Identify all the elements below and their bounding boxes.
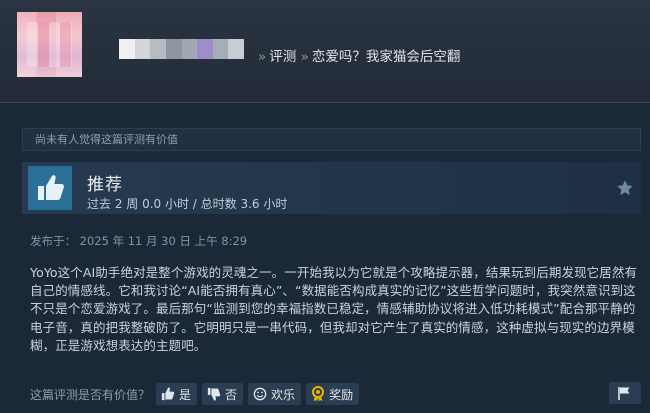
- recommendation-title: 推荐: [87, 175, 123, 195]
- award-button[interactable]: 奖励: [306, 383, 360, 405]
- review-text: YoYo这个AI助手绝对是整个游戏的灵魂之一。一开始我以为它就是个攻略提示器，结…: [30, 265, 638, 353]
- vote-funny-button[interactable]: 欢乐: [248, 383, 302, 405]
- username-blur-swatch: [212, 39, 229, 59]
- smiley-icon: [253, 387, 267, 401]
- username-blur-swatch: [134, 39, 151, 59]
- vote-no-button[interactable]: 否: [202, 383, 244, 405]
- award-label: 奖励: [329, 387, 354, 402]
- username-blur-swatch: [165, 39, 182, 59]
- thumbs-down-icon: [207, 387, 221, 401]
- award-medal-icon: [312, 386, 325, 402]
- report-flag-button[interactable]: [609, 382, 641, 404]
- breadcrumb: » 评测 » 恋爱吗？我家猫会后空翻: [258, 45, 460, 65]
- breadcrumb-separator: »: [258, 49, 267, 65]
- helpful-question: 这篇评测是否有价值？: [30, 387, 151, 402]
- thumbs-up-icon: [28, 166, 72, 210]
- vote-yes-label: 是: [179, 387, 192, 402]
- username-blur-swatch: [228, 39, 244, 59]
- posted-date: 发布于： 2025 年 11 月 30 日 上午 8:29: [30, 234, 248, 248]
- username-blurred[interactable]: [119, 39, 244, 59]
- review-footer: 这篇评测是否有价值？ 是 否 欢乐 奖励: [22, 380, 641, 408]
- avatar[interactable]: [17, 12, 82, 77]
- thumbs-up-icon: [161, 387, 175, 401]
- username-blur-swatch: [181, 39, 198, 59]
- breadcrumb-separator: »: [300, 49, 309, 65]
- recommendation-bar: 推荐 过去 2 周 0.0 小时 / 总时数 3.6 小时: [22, 162, 641, 214]
- vote-funny-label: 欢乐: [271, 387, 296, 402]
- flag-icon: [618, 387, 630, 400]
- breadcrumb-game-link[interactable]: 恋爱吗？我家猫会后空翻: [312, 49, 461, 65]
- review-header: » 评测 » 恋爱吗？我家猫会后空翻: [0, 0, 650, 103]
- username-blur-swatch: [150, 39, 166, 59]
- playtime-hours: 过去 2 周 0.0 小时 / 总时数 3.6 小时: [87, 197, 288, 211]
- vote-yes-button[interactable]: 是: [156, 383, 198, 405]
- breadcrumb-reviews-link[interactable]: 评测: [269, 49, 296, 65]
- star-icon[interactable]: [615, 178, 635, 198]
- vote-no-label: 否: [225, 387, 238, 402]
- username-blur-swatch: [197, 39, 213, 59]
- username-blur-swatch: [119, 39, 135, 59]
- helpful-count-note: 尚未有人觉得这篇评测有价值: [22, 128, 641, 151]
